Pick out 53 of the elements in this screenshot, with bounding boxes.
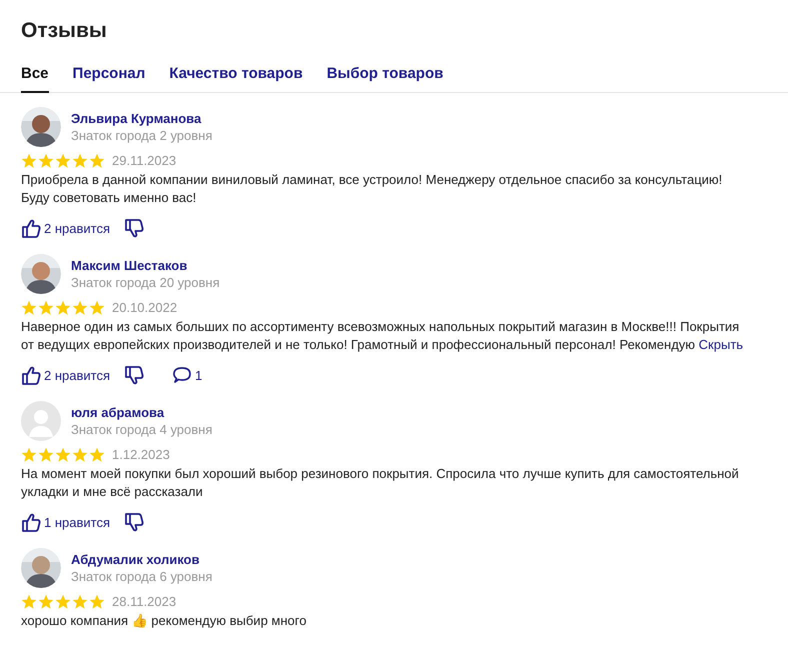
like-button[interactable]: 1 нравится: [21, 512, 110, 532]
review-text: Приобрела в данной компании виниловый ламинат, все устроило! Менеджеру отдельное спасибо за консультацию! Буду советовать именно вас!: [21, 171, 724, 207]
reviewer-level: Знаток города 2 уровня: [71, 127, 212, 144]
thumbs-up-icon: [21, 364, 41, 386]
comment-icon: [172, 365, 192, 385]
page-title: Отзывы: [20, 18, 108, 44]
star-icon: [55, 594, 71, 609]
review-date: 29.11.2023: [112, 153, 176, 168]
review-date: 28.11.2023: [112, 594, 176, 609]
star-icon: [21, 447, 37, 462]
star-icon: [55, 300, 71, 315]
filter-tab[interactable]: Качество товаров: [169, 65, 303, 93]
thumbs-down-icon[interactable]: [124, 218, 144, 238]
reviewer-level: Знаток города 6 уровня: [71, 568, 212, 585]
thumbs-down-icon[interactable]: [124, 512, 144, 532]
reviewer-name[interactable]: Абдумалик холиков: [71, 551, 212, 568]
star-icon: [72, 594, 88, 609]
reviewer-level: Знаток города 4 уровня: [71, 421, 212, 438]
thumbs-up-icon: [21, 218, 41, 238]
star-icon: [38, 153, 54, 168]
thumbs-up-icon: [21, 512, 41, 532]
star-icon: [38, 594, 54, 609]
star-icon: [89, 447, 105, 462]
star-icon: [72, 300, 88, 315]
star-icon: [89, 300, 105, 315]
comments-button[interactable]: 1: [172, 365, 202, 385]
filter-tab[interactable]: Выбор товаров: [326, 65, 444, 93]
review-text: Наверное один из самых больших по ассортименту всевозможных напольных покрытий магазин в Москве!!! Покрытия от ведущих европейских производителей и не только! Грамотный и профессиональный персонал! Рекомендую Скрыть: [21, 318, 744, 354]
reviewer-name[interactable]: юля абрамова: [71, 404, 212, 421]
star-icon: [21, 300, 37, 315]
star-icon: [55, 153, 71, 168]
thumbs-down-icon[interactable]: [124, 364, 144, 386]
star-icon: [89, 594, 105, 609]
star-icon: [38, 300, 54, 315]
filter-tab[interactable]: Персонал: [72, 65, 146, 93]
reviewer-name[interactable]: Максим Шестаков: [71, 257, 220, 274]
star-icon: [72, 153, 88, 168]
like-button[interactable]: 2 нравится: [21, 218, 110, 238]
star-icon: [72, 447, 88, 462]
like-button[interactable]: 2 нравится: [21, 364, 110, 386]
review-text: На момент моей покупки был хороший выбор резинового покрытия. Спросила что лучше купить для самостоятельной укладки и мне всё рассказали: [21, 465, 740, 501]
filter-tab[interactable]: Все: [21, 65, 49, 93]
star-icon: [21, 594, 37, 609]
star-icon: [89, 153, 105, 168]
review-date: 20.10.2022: [112, 300, 178, 315]
star-icon: [21, 153, 37, 168]
star-icon: [38, 447, 54, 462]
review-date: 1.12.2023: [112, 447, 170, 462]
star-icon: [55, 447, 71, 462]
reviewer-level: Знаток города 20 уровня: [71, 274, 220, 291]
hide-link[interactable]: Скрыть: [698, 337, 744, 352]
review-text: хорошо компания 👍 рекомендую выбир много: [21, 612, 308, 630]
reviewer-name[interactable]: Эльвира Курманова: [71, 110, 212, 127]
